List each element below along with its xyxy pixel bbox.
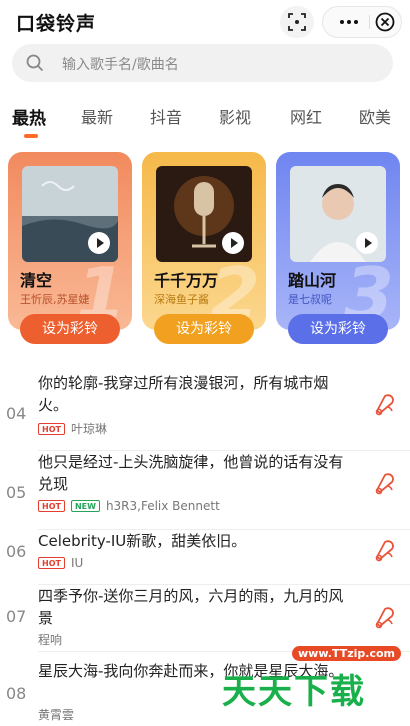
search-icon xyxy=(26,54,44,72)
card-artist: 深海鱼子酱 xyxy=(154,293,209,306)
tab-film[interactable]: 影视 xyxy=(219,104,251,128)
list-meta: HOT NEW h3R3,Felix Bennett xyxy=(38,499,220,513)
tab-hot[interactable]: 最热 xyxy=(12,104,46,129)
watermark-url: www.TTzip.com xyxy=(292,646,401,661)
more-dot-icon xyxy=(340,20,344,24)
list-rank: 07 xyxy=(6,607,27,626)
set-ringback-button[interactable]: 设为彩铃 xyxy=(20,314,120,344)
capsule-divider xyxy=(369,15,370,29)
list-rank: 06 xyxy=(6,542,27,561)
list-meta: HOT 叶琼琳 xyxy=(38,420,107,437)
card-artist: 是七叔呢 xyxy=(288,293,332,306)
set-ringback-button[interactable]: 设为彩铃 xyxy=(288,314,388,344)
card-song-title: 清空 xyxy=(20,271,53,290)
top-card[interactable]: 3 踏山河 是七叔呢 xyxy=(276,152,400,330)
ringtone-bell-icon[interactable] xyxy=(372,469,398,495)
card-song-title: 踏山河 xyxy=(288,271,337,290)
more-dot-icon xyxy=(347,20,351,24)
list-title: 四季予你-送你三月的风，六月的雨，九月的风景 xyxy=(38,587,344,627)
list-item[interactable]: 04 你的轮廓-我穿过所有浪漫银河，所有城市烟火。 HOT 叶琼琳 xyxy=(0,372,410,451)
scan-button[interactable] xyxy=(280,6,314,38)
play-icon[interactable] xyxy=(356,232,378,254)
list-rank: 05 xyxy=(6,483,27,502)
list-rank: 04 xyxy=(6,404,27,423)
list-item[interactable]: 06 Celebrity-IU新歌，甜美依旧。 HOT IU xyxy=(0,530,410,585)
hot-badge: HOT xyxy=(38,557,65,569)
tab-new[interactable]: 最新 xyxy=(81,104,113,128)
ringtone-bell-icon[interactable] xyxy=(372,536,398,562)
ringtone-bell-icon[interactable] xyxy=(372,390,398,416)
tab-douyin[interactable]: 抖音 xyxy=(150,104,182,128)
scan-icon xyxy=(288,13,306,31)
active-tab-indicator xyxy=(24,134,38,138)
list-rank: 08 xyxy=(6,684,27,703)
card-song-title: 千千万万 xyxy=(154,271,219,290)
hot-badge: HOT xyxy=(38,500,65,512)
set-ringback-button[interactable]: 设为彩铃 xyxy=(154,314,254,344)
list-meta: 程响 xyxy=(38,631,62,648)
list-title: 你的轮廓-我穿过所有浪漫银河，所有城市烟火。 xyxy=(38,374,329,414)
list-meta: 黄霄雲 xyxy=(38,706,74,723)
tab-influencer[interactable]: 网红 xyxy=(290,104,322,128)
hot-badge: HOT xyxy=(38,422,65,435)
header-bar: 口袋铃声 xyxy=(0,0,410,42)
list-title: Celebrity-IU新歌，甜美依旧。 xyxy=(38,532,247,550)
list-artist: 黄霄雲 xyxy=(38,708,75,722)
card-artist: 王忻辰,苏星婕 xyxy=(20,293,90,306)
watermark-logo: www.TTzip.com 天天下载 xyxy=(222,636,410,726)
list-artist: 程响 xyxy=(38,633,63,647)
list-title: 他只是经过-上头洗脑旋律，他曾说的话有没有兑现 xyxy=(38,453,344,493)
list-artist: h3R3,Felix Bennett xyxy=(105,499,220,513)
more-button[interactable] xyxy=(331,7,367,37)
app-title: 口袋铃声 xyxy=(16,13,97,35)
ringtone-bell-icon[interactable] xyxy=(372,603,398,629)
close-icon[interactable] xyxy=(374,11,396,33)
list-meta: HOT IU xyxy=(38,556,83,570)
play-icon[interactable] xyxy=(222,232,244,254)
top-card[interactable]: 2 千千万万 深海鱼子酱 xyxy=(142,152,266,330)
new-badge: NEW xyxy=(70,500,100,512)
play-icon[interactable] xyxy=(88,232,110,254)
tab-western[interactable]: 欧美 xyxy=(359,104,391,128)
watermark-text: 天天下载 xyxy=(222,672,366,712)
top-card[interactable]: 1 清空 王忻辰,苏星婕 xyxy=(8,152,132,330)
list-item[interactable]: 05 他只是经过-上头洗脑旋律，他曾说的话有没有兑现 HOT NEW h3R3,… xyxy=(0,451,410,530)
list-artist: 叶琼琳 xyxy=(70,422,107,436)
mini-program-capsule xyxy=(322,6,402,38)
list-artist: IU xyxy=(70,556,84,570)
more-dot-icon xyxy=(354,20,358,24)
search-placeholder: 输入歌手名/歌曲名 xyxy=(62,57,179,73)
category-tabs: 最热 最新 抖音 影视 网红 欧美 xyxy=(0,98,410,140)
search-bar[interactable]: 输入歌手名/歌曲名 xyxy=(12,44,393,82)
